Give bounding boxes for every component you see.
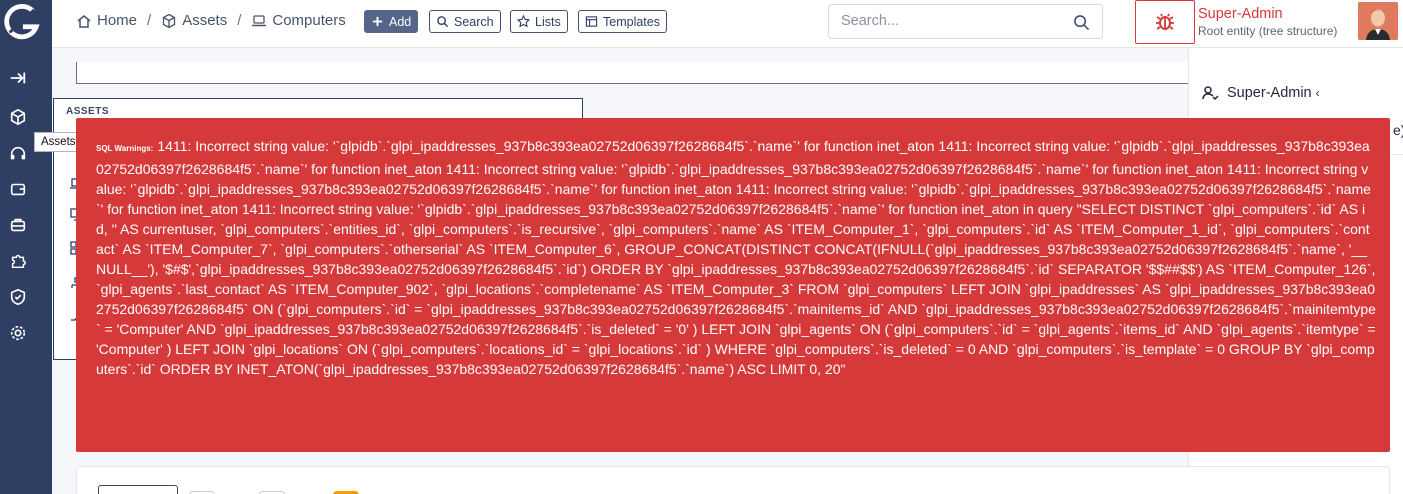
wallet-icon[interactable] — [9, 180, 27, 198]
user-name[interactable]: Super-Admin — [1198, 6, 1283, 22]
user-check-icon — [1202, 86, 1219, 101]
breadcrumb-assets-label: Assets — [182, 12, 228, 29]
breadcrumb-computers[interactable]: Computers — [251, 12, 346, 29]
sql-warnings-message: 1411: Incorrect string value: '`glpidb`.… — [96, 138, 1376, 377]
breadcrumb-separator: / — [147, 12, 152, 29]
dropdown-profile-label: Super-Admin — [1227, 85, 1312, 101]
search-button[interactable]: Search — [429, 10, 501, 33]
chevron-left-icon: ‹ — [1315, 86, 1320, 100]
global-search-input[interactable] — [841, 13, 1061, 29]
dropdown-profile-item[interactable]: Super-Admin ‹ — [1201, 84, 1320, 102]
headset-icon[interactable] — [9, 145, 27, 163]
cube-icon[interactable] — [9, 108, 27, 126]
sql-warnings-text: SQL Warnings: 1411: Incorrect string valu… — [96, 136, 1376, 379]
breadcrumb-home-label: Home — [97, 12, 138, 29]
bug-icon — [1156, 13, 1174, 30]
content-card — [76, 62, 1188, 84]
user-avatar-icon — [1358, 2, 1398, 40]
shield-check-icon[interactable] — [9, 288, 27, 306]
sidebar-rail — [0, 0, 52, 494]
breadcrumb-assets[interactable]: Assets — [161, 12, 227, 29]
user-entity[interactable]: Root entity (tree structure) — [1198, 24, 1337, 38]
sql-warnings-label: SQL Warnings: — [96, 144, 154, 153]
laptop-icon — [252, 14, 267, 26]
gear-icon[interactable] — [9, 324, 27, 342]
sql-warnings-alert: SQL Warnings: 1411: Incorrect string valu… — [76, 118, 1390, 452]
search-icon[interactable] — [1073, 14, 1090, 31]
templates-button[interactable]: Templates — [578, 10, 667, 33]
star-icon — [517, 15, 530, 28]
breadcrumb-computers-label: Computers — [272, 12, 346, 29]
home-icon — [77, 14, 91, 28]
lists-button[interactable]: Lists — [510, 10, 568, 33]
actions-button[interactable] — [98, 485, 178, 494]
add-button[interactable]: Add — [364, 10, 419, 33]
templates-button-label: Templates — [603, 14, 660, 29]
cube-icon — [163, 13, 176, 28]
assets-menu-header: ASSETS — [66, 106, 110, 117]
lists-button-label: Lists — [535, 14, 561, 29]
briefcase-icon[interactable] — [9, 216, 27, 234]
template-icon — [585, 16, 598, 27]
search-results-card — [76, 466, 1390, 494]
breadcrumb-home[interactable]: Home — [76, 12, 137, 29]
glpi-logo-icon[interactable] — [2, 4, 40, 42]
plus-icon — [372, 16, 383, 27]
puzzle-icon[interactable] — [9, 252, 27, 270]
debug-mode-button[interactable] — [1135, 0, 1195, 44]
global-search — [828, 4, 1103, 39]
arrow-right-icon[interactable] — [9, 69, 27, 87]
breadcrumb-separator: / — [237, 12, 242, 29]
avatar[interactable] — [1358, 2, 1398, 40]
breadcrumb: Home / Assets / Computers — [76, 12, 346, 29]
top-bar: Home / Assets / Computers Add Search Lis… — [52, 0, 1403, 48]
dropdown-entity-fragment: e) — [1393, 122, 1403, 138]
search-icon — [437, 16, 449, 28]
search-button-label: Search — [454, 14, 494, 29]
add-button-label: Add — [389, 14, 412, 29]
